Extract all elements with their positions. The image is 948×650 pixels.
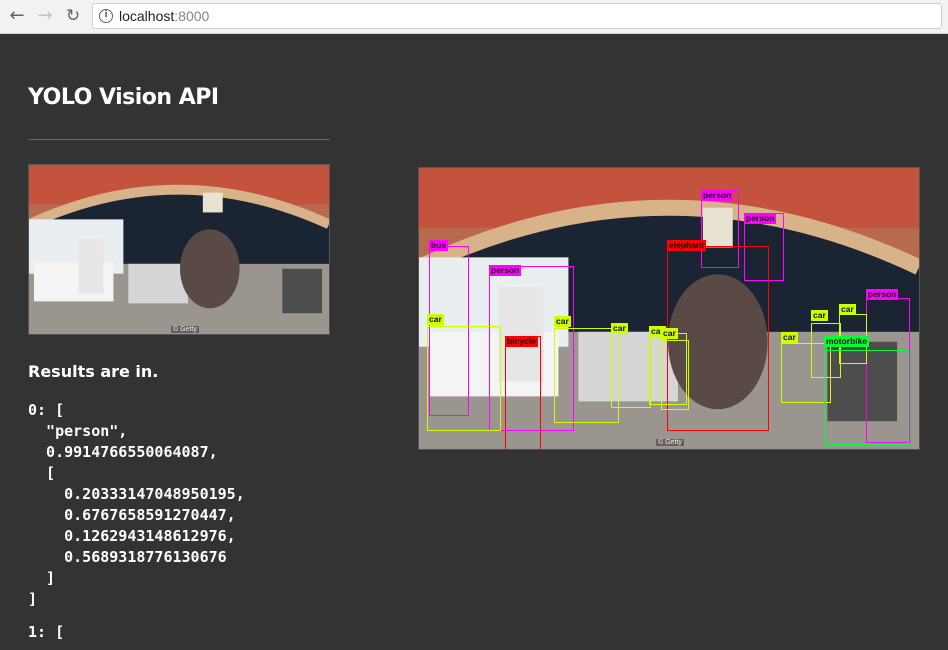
results-json: 0: [ "person", 0.9914766550064087, [ 0.2… [28, 400, 245, 643]
detection-label: car [611, 323, 628, 334]
uploaded-image: © Getty [28, 164, 330, 335]
detection-box-car [554, 328, 619, 423]
info-icon[interactable]: i [99, 9, 113, 23]
image-credit: © Getty [171, 326, 199, 333]
title-divider [28, 139, 330, 140]
detection-label: person [489, 265, 522, 276]
json-line: 0.6767658591270447, [28, 506, 236, 524]
annotated-result-image: © Getty person person person person bus eleph… [418, 167, 920, 450]
detection-label: person [744, 213, 777, 224]
forward-arrow-icon[interactable]: → [34, 5, 56, 27]
results-heading: Results are in. [28, 362, 159, 381]
address-bar[interactable]: i localhost:8000 [92, 3, 942, 29]
detection-box-car [427, 326, 501, 431]
browser-toolbar: ← → ↻ i localhost:8000 [0, 0, 948, 34]
detection-label: car [661, 328, 678, 339]
detection-label: person [866, 289, 899, 300]
detection-label: car [554, 316, 571, 327]
detection-label: car [839, 304, 856, 315]
back-arrow-icon[interactable]: ← [6, 5, 28, 27]
url-text: localhost:8000 [119, 8, 209, 24]
json-line: 1: [ [28, 623, 65, 641]
detection-label: car [427, 314, 444, 325]
json-line: 0.9914766550064087, [28, 443, 218, 461]
detection-box-motorbike [824, 350, 909, 445]
detection-box-car [661, 340, 689, 410]
url-port: :8000 [174, 8, 210, 24]
json-line [28, 610, 245, 622]
detection-label: bicycle [505, 336, 538, 347]
json-line: 0.5689318776130676 [28, 548, 227, 566]
result-image-credit: © Getty [656, 439, 684, 446]
detection-label: motorbike [824, 336, 870, 347]
detection-label: person [701, 190, 734, 201]
json-line: ] [28, 569, 56, 587]
url-host: localhost [119, 8, 175, 24]
json-line: [ [28, 464, 56, 482]
page-title: YOLO Vision API [28, 85, 219, 110]
json-line: 0.20333147048950195, [28, 485, 245, 503]
json-line: 0.1262943148612976, [28, 527, 236, 545]
json-line: ] [28, 590, 38, 608]
street-scene-thumbnail [29, 165, 329, 334]
detection-label: bus [429, 240, 449, 251]
detection-box-bicycle [505, 336, 541, 449]
json-line: 0: [ [28, 401, 65, 419]
detection-box-car [611, 333, 651, 408]
json-line: "person", [28, 422, 128, 440]
detection-label: elephant [667, 240, 706, 251]
detection-label: car [811, 310, 828, 321]
reload-icon[interactable]: ↻ [62, 5, 84, 27]
detection-label: car [781, 332, 798, 343]
